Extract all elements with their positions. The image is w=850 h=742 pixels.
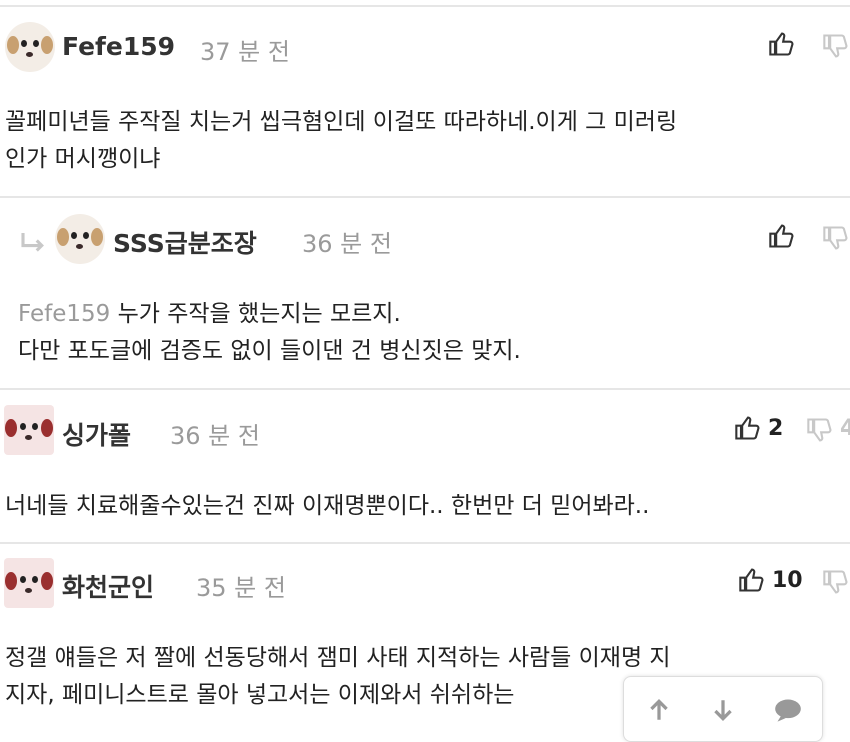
comment-time: 37 분 전 [200,38,290,66]
comment-author[interactable]: 화천군인 [62,568,154,604]
thumbs-up-icon[interactable] [734,414,762,442]
thumbs-down-icon[interactable] [822,32,850,60]
avatar[interactable] [5,22,55,72]
like-count: 2 [768,416,784,441]
thumbs-up-icon[interactable] [768,30,796,58]
thumbs-down-icon[interactable] [822,224,850,252]
comment-line: Fefe159 누가 주작을 했는지는 모르지. [18,301,401,327]
mention[interactable]: Fefe159 [18,301,110,327]
comment-line: 너네들 치료해줄수있는건 진짜 이재명뿐이다.. 한번만 더 믿어봐라.. [5,493,650,519]
comment-time: 36 분 전 [170,422,260,450]
thumbs-up-icon[interactable] [738,566,766,594]
comment-line: 정갤 얘들은 저 짤에 선동당해서 잼미 사태 지적하는 사람들 이재명 지 [5,645,671,671]
thumbs-down-icon[interactable] [822,568,850,596]
thumbs-down-icon[interactable] [806,416,834,444]
top-divider [0,5,850,7]
avatar[interactable] [55,214,105,264]
reply-arrow-icon [21,233,44,252]
comment-author[interactable]: Fefe159 [62,32,175,61]
comment-author[interactable]: SSS급분조장 [113,224,257,260]
comment-line: 꼴페미년들 주작질 치는거 씹극혐인데 이걸또 따라하네.이게 그 미러링 [5,109,678,135]
comment-line: 다만 포도글에 검증도 없이 들이댄 건 병신짓은 맞지. [18,338,521,364]
avatar[interactable] [4,558,54,608]
divider [0,542,850,544]
comment-time: 35 분 전 [196,574,286,602]
avatar[interactable] [4,405,54,455]
arrow-up-icon[interactable] [646,697,672,723]
comment-line: 인가 머시깽이냐 [5,146,161,172]
comment-time: 36 분 전 [302,230,392,258]
speech-bubble-icon[interactable] [774,697,802,723]
dislike-count: 4 [840,416,850,441]
comment-body: 너네들 치료해줄수있는건 진짜 이재명뿐이다.. 한번만 더 믿어봐라.. [5,488,850,525]
divider [0,388,850,390]
comment-body: Fefe159 누가 주작을 했는지는 모르지. 다만 포도글에 검증도 없이 … [18,296,848,370]
thumbs-up-icon[interactable] [768,222,796,250]
divider [0,196,850,198]
comment-body: 꼴페미년들 주작질 치는거 씹극혐인데 이걸또 따라하네.이게 그 미러링 인가… [5,104,850,178]
like-count: 10 [772,568,803,593]
comment-author[interactable]: 싱가폴 [62,416,131,452]
arrow-down-icon[interactable] [710,697,736,723]
floating-nav [623,676,823,742]
